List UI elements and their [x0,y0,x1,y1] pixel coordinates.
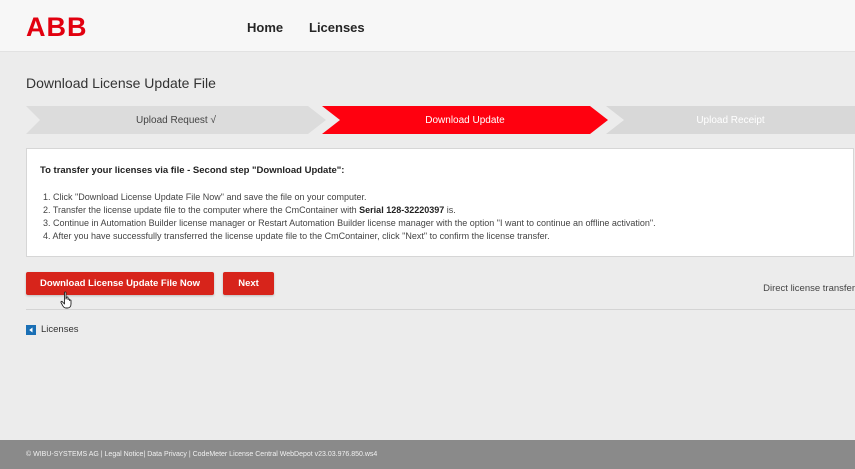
footer: © WIBU-SYSTEMS AG | Legal Notice| Data P… [0,440,855,469]
next-button[interactable]: Next [223,272,274,295]
instructions-heading: To transfer your licenses via file - Sec… [40,165,345,176]
progress-steps: Upload Request √ Download Update Upload … [26,106,855,134]
instruction-text: is. [444,205,456,215]
step-label: Upload Request √ [136,114,216,126]
step-upload-receipt: Upload Receipt [606,106,855,134]
page-title: Download License Update File [26,75,216,91]
instruction-item: 3. Continue in Automation Builder licens… [43,218,656,228]
instruction-text: 2. Transfer the license update file to t… [43,205,360,215]
instructions-panel: To transfer your licenses via file - Sec… [26,148,854,257]
instruction-item: 1. Click "Download License Update File N… [43,192,367,202]
step-label: Upload Receipt [696,114,765,126]
download-license-update-button[interactable]: Download License Update File Now [26,272,214,295]
back-arrow-icon [26,324,36,335]
nav-home[interactable]: Home [247,20,283,35]
back-link-label: Licenses [41,324,79,335]
top-navigation-bar: ABB Home Licenses [0,0,855,52]
step-upload-request: Upload Request √ [26,106,326,134]
instruction-item: 4. After you have successfully transferr… [43,231,550,241]
footer-text: © WIBU-SYSTEMS AG | Legal Notice| Data P… [26,451,378,458]
hand-pointer-icon [60,291,72,309]
divider [26,309,855,310]
direct-license-transfer-link[interactable]: Direct license transfer [763,283,855,294]
step-label: Download Update [425,114,505,126]
instructions-list: 1. Click "Download License Update File N… [43,191,656,243]
back-to-licenses-link[interactable]: Licenses [26,324,79,335]
abb-logo[interactable]: ABB [26,14,88,41]
serial-number: Serial 128-32220397 [359,205,445,215]
instruction-item: 2. Transfer the license update file to t… [43,204,656,217]
step-download-update: Download Update [322,106,608,134]
nav-licenses[interactable]: Licenses [309,20,365,35]
